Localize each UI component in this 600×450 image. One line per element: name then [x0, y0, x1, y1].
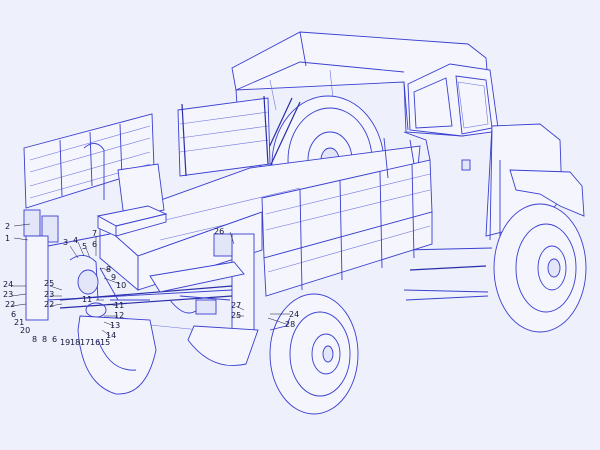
callouts-layer: 2 1 3 4 5 6 7 8 9 10 11 11 12 13 14 15 1… — [3, 222, 299, 347]
callout-labels: 2 1 3 4 5 6 7 8 9 10 11 11 12 13 14 15 1… — [3, 222, 299, 347]
callout-17: 17 — [80, 338, 90, 347]
callout-16: 16 — [90, 338, 100, 347]
callout-25-left: 25 — [44, 279, 54, 288]
callout-24-left: 24 — [3, 280, 13, 289]
callout-25-right: 25 — [231, 311, 241, 320]
callout-6-lower: 6 — [52, 335, 57, 344]
diagram-canvas: 2 1 3 4 5 6 7 8 9 10 11 11 12 13 14 15 1… — [0, 0, 600, 450]
callout-23-left: 23 — [3, 290, 13, 299]
callout-24-right: 24 — [289, 310, 299, 319]
callout-12: 12 — [114, 311, 124, 320]
callout-8-lower-right: 8 — [42, 335, 47, 344]
callout-21: 21 — [14, 318, 24, 327]
callout-11-right: 11 — [114, 301, 124, 310]
callout-6-upper: 6 — [92, 240, 97, 249]
callout-2: 2 — [5, 222, 10, 231]
callout-15: 15 — [100, 338, 110, 347]
callout-6-left: 6 — [11, 310, 16, 319]
callout-11-left: 11 — [82, 295, 92, 304]
callout-5: 5 — [82, 242, 87, 251]
callout-19: 19 — [60, 338, 70, 347]
callout-26: 26 — [214, 227, 224, 236]
callout-22-left: 22 — [5, 300, 15, 309]
callout-18: 18 — [70, 338, 80, 347]
callout-22-right: 22 — [44, 300, 54, 309]
callout-1: 1 — [5, 234, 10, 243]
callout-27: 27 — [231, 301, 241, 310]
callout-3: 3 — [63, 238, 68, 247]
callout-8-lower-left: 8 — [32, 335, 37, 344]
callout-10: 10 — [116, 281, 126, 290]
callout-28: 28 — [285, 320, 295, 329]
callout-23-right: 23 — [44, 290, 54, 299]
callout-20: 20 — [20, 326, 30, 335]
callout-4: 4 — [73, 236, 78, 245]
callout-7: 7 — [92, 229, 97, 238]
callout-13: 13 — [110, 321, 120, 330]
